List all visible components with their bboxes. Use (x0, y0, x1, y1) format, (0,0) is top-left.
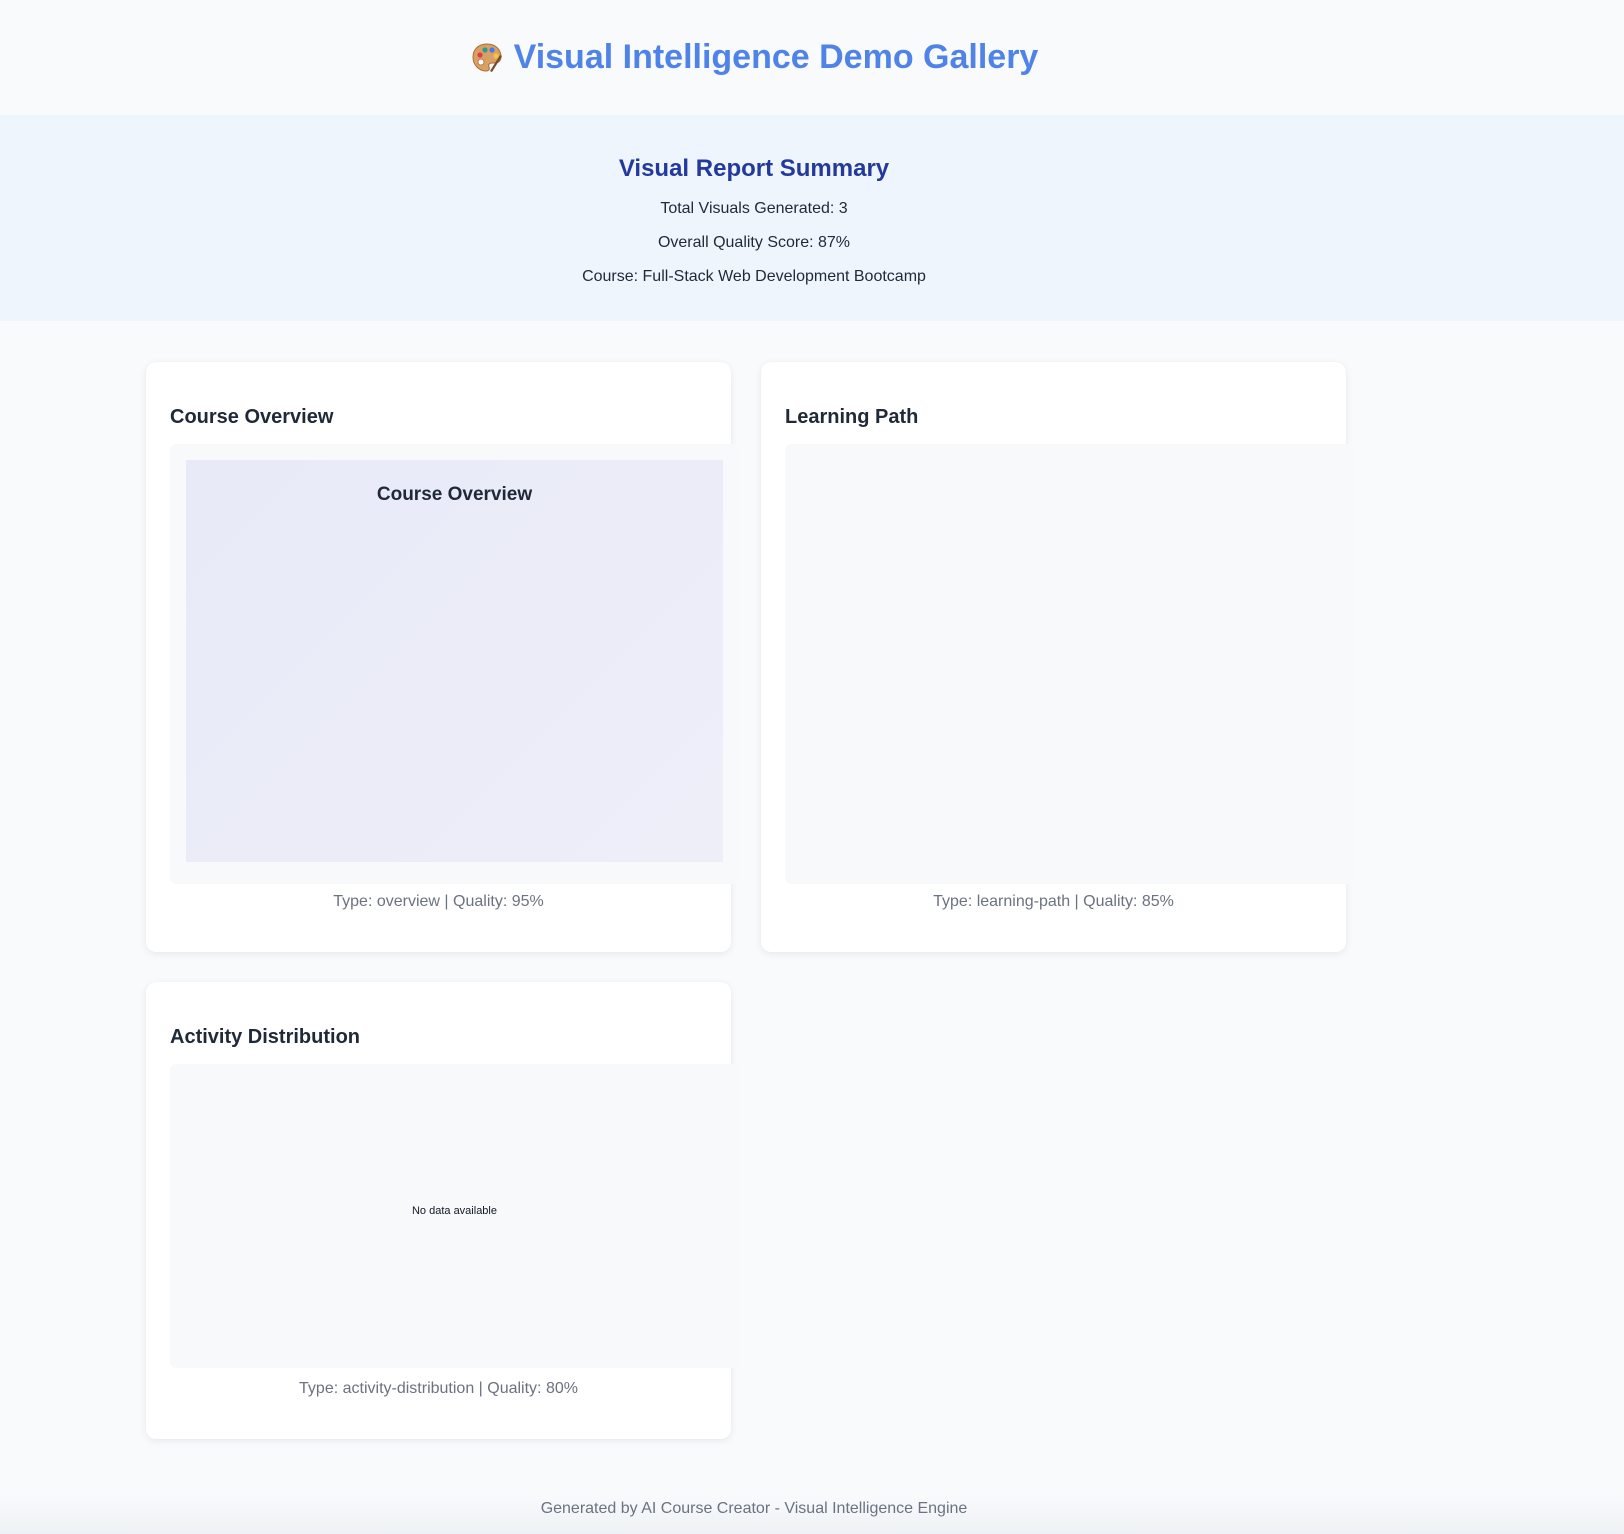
card-meta: Type: learning-path | Quality: 85% (933, 893, 1174, 910)
palette-icon (472, 42, 502, 72)
summary-title: Visual Report Summary (618, 155, 890, 182)
footer-text: Generated by AI Course Creator - Visual … (540, 1500, 968, 1517)
page-title-text: Visual Intelligence Demo Gallery (513, 38, 1039, 76)
overview-canvas: Course Overview (186, 460, 723, 862)
overview-canvas-title: Course Overview (376, 484, 533, 505)
visual-container (785, 444, 1354, 884)
card-meta: Type: activity-distribution | Quality: 8… (299, 1380, 578, 1397)
empty-state-text: No data available (411, 1205, 497, 1217)
quality-score: Overall Quality Score: 87% (657, 234, 851, 251)
course-name: Course: Full-Stack Web Development Bootc… (582, 268, 926, 285)
visual-container: No data available (170, 1064, 739, 1368)
page-header: Visual Intelligence Demo Gallery (0, 0, 1624, 115)
visual-card-course-overview: Course Overview Course Overview Type: ov… (146, 362, 739, 952)
card-title: Course Overview (170, 406, 334, 428)
page-title: Visual Intelligence Demo Gallery (470, 38, 1039, 77)
page-footer: Generated by AI Course Creator - Visual … (0, 1496, 1624, 1534)
visual-container: Course Overview (170, 444, 739, 884)
report-summary: Visual Report Summary Total Visuals Gene… (0, 115, 1624, 321)
card-meta: Type: overview | Quality: 95% (333, 893, 544, 910)
card-title: Activity Distribution (170, 1026, 361, 1048)
card-title: Learning Path (785, 406, 919, 428)
visual-card-learning-path: Learning Path Type: learning-path | Qual… (761, 362, 1354, 952)
visual-card-activity-distribution: Activity Distribution No data available … (146, 982, 739, 1439)
total-visuals: Total Visuals Generated: 3 (660, 200, 848, 217)
